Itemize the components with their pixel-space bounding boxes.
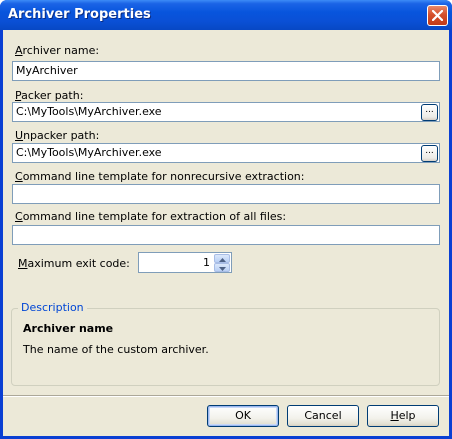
packer-path-browse-button[interactable]: ...	[421, 104, 438, 121]
arrow-down-icon	[218, 261, 226, 274]
button-separator	[3, 395, 449, 397]
max-exit-code-spinner[interactable]: 1	[138, 252, 232, 273]
unpacker-path-input[interactable]: C:\MyTools\MyArchiver.exe	[12, 143, 440, 163]
spin-down-button[interactable]	[214, 263, 230, 272]
help-button[interactable]: Help	[367, 405, 439, 427]
dialog-client-area: Archiver name: MyArchiver Packer path: C…	[3, 30, 449, 436]
packer-path-input[interactable]: C:\MyTools\MyArchiver.exe	[12, 102, 440, 122]
nonrecursive-template-input[interactable]	[12, 184, 440, 204]
all-files-template-input[interactable]	[12, 225, 440, 245]
description-text: The name of the custom archiver.	[23, 343, 209, 356]
all-files-template-label: Command line template for extraction of …	[15, 210, 287, 223]
cancel-button[interactable]: Cancel	[287, 405, 359, 427]
nonrecursive-template-label: Command line template for nonrecursive e…	[15, 170, 305, 183]
archiver-name-input[interactable]: MyArchiver	[12, 61, 440, 81]
description-group: Description Archiver name The name of th…	[11, 301, 440, 386]
unpacker-path-browse-button[interactable]: ...	[421, 145, 438, 162]
dialog-title: Archiver Properties	[8, 7, 151, 22]
max-exit-code-label: Maximum exit code:	[18, 257, 130, 270]
ok-button[interactable]: OK	[207, 405, 279, 427]
packer-path-label: Packer path:	[15, 89, 84, 102]
close-button[interactable]	[427, 5, 448, 26]
max-exit-code-value[interactable]: 1	[203, 256, 210, 269]
description-legend: Description	[18, 301, 87, 314]
unpacker-path-label: Unpacker path:	[15, 129, 100, 142]
title-bar[interactable]: Archiver Properties	[0, 0, 452, 30]
archiver-name-label: Archiver name:	[15, 44, 100, 57]
description-title: Archiver name	[23, 322, 114, 335]
archiver-properties-dialog: Archiver Properties Archiver name: MyArc…	[0, 0, 452, 439]
close-icon	[432, 10, 443, 21]
